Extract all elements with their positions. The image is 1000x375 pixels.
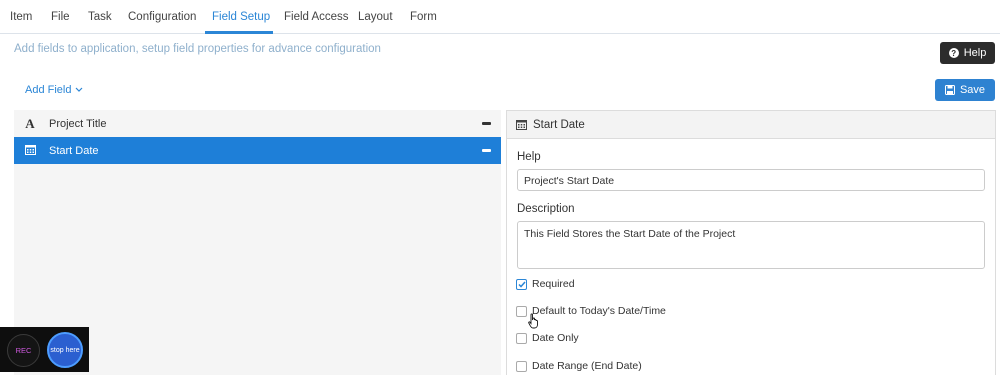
required-checkbox[interactable] — [516, 278, 527, 290]
tab-task[interactable]: Task — [88, 11, 112, 23]
add-field-dropdown[interactable]: Add Field — [25, 84, 83, 96]
help-label: Help — [517, 151, 541, 163]
record-button[interactable]: REC — [7, 334, 40, 367]
date-range-checkbox-row[interactable]: Date Range (End Date) — [516, 360, 642, 372]
description-textarea[interactable]: This Field Stores the Start Date of the … — [517, 221, 985, 269]
field-properties-panel: Start Date Help Project's Start Date Des… — [506, 110, 996, 375]
tab-field-setup[interactable]: Field Setup — [212, 11, 270, 23]
tab-field-access[interactable]: Field Access — [284, 11, 349, 23]
tab-file[interactable]: File — [51, 11, 70, 23]
default-today-label: Default to Today's Date/Time — [532, 305, 666, 317]
default-today-checkbox[interactable] — [516, 305, 527, 317]
date-range-label: Date Range (End Date) — [532, 360, 642, 372]
field-label: Start Date — [49, 144, 99, 157]
date-only-checkbox[interactable] — [516, 332, 527, 344]
question-icon: ? — [948, 48, 959, 58]
panel-title: Start Date — [533, 118, 585, 131]
field-row-start-date[interactable]: Start Date — [14, 137, 501, 164]
date-range-checkbox[interactable] — [516, 360, 527, 372]
date-only-checkbox-row[interactable]: Date Only — [516, 332, 579, 344]
tab-configuration[interactable]: Configuration — [128, 11, 196, 23]
tab-layout[interactable]: Layout — [358, 11, 393, 23]
add-field-label: Add Field — [25, 84, 72, 96]
save-button-label: Save — [959, 84, 986, 96]
active-tab-indicator — [205, 31, 273, 34]
date-only-label: Date Only — [532, 332, 579, 344]
save-button[interactable]: Save — [935, 79, 995, 101]
help-input[interactable]: Project's Start Date — [517, 169, 985, 191]
calendar-icon — [22, 144, 38, 158]
chevron-down-icon — [76, 87, 83, 92]
help-button[interactable]: ? Help — [940, 42, 995, 64]
remove-field-icon[interactable] — [482, 149, 491, 152]
tab-item[interactable]: Item — [10, 11, 32, 23]
remove-field-icon[interactable] — [482, 122, 491, 125]
top-tab-bar: Item File Task Configuration Field Setup… — [0, 0, 1000, 34]
required-label: Required — [532, 278, 575, 290]
panel-header: Start Date — [507, 111, 995, 139]
page-subtitle: Add fields to application, setup field p… — [14, 43, 381, 55]
tab-form[interactable]: Form — [410, 11, 437, 23]
floppy-disk-icon — [944, 85, 955, 95]
hand-pointer-icon — [528, 313, 538, 329]
required-checkbox-row[interactable]: Required — [516, 278, 575, 290]
field-label: Project Title — [49, 117, 107, 130]
calendar-icon — [516, 120, 527, 130]
check-icon — [517, 281, 526, 288]
stop-recording-button[interactable]: stop here — [47, 332, 83, 368]
help-button-label: Help — [963, 47, 987, 59]
text-type-icon: A — [25, 115, 35, 131]
description-label: Description — [517, 203, 575, 215]
field-row-project-title[interactable]: A Project Title — [14, 110, 501, 137]
screen-recorder-widget: REC stop here — [0, 327, 89, 372]
